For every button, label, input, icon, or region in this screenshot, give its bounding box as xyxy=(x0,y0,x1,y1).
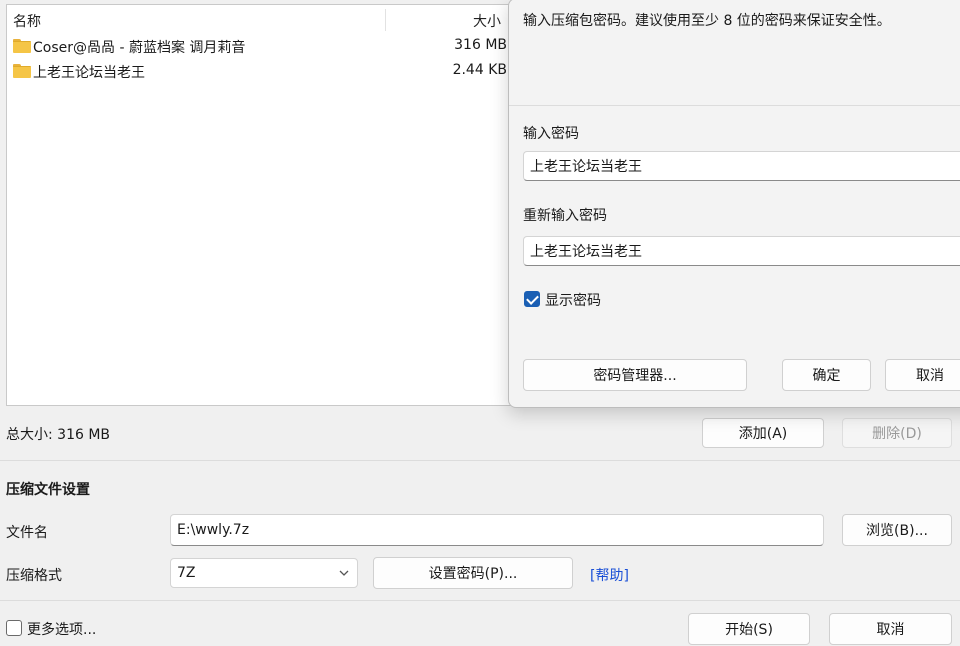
password-input[interactable]: 上老王论坛当老王 xyxy=(523,151,960,181)
more-options-checkbox[interactable] xyxy=(6,620,22,636)
chevron-down-icon xyxy=(339,570,349,576)
filename-label: 文件名 xyxy=(6,525,48,541)
file-name: 上老王论坛当老王 xyxy=(33,65,145,81)
remove-button[interactable]: 删除(D) xyxy=(842,418,952,448)
folder-icon xyxy=(13,39,31,53)
reenter-password-label: 重新输入密码 xyxy=(523,208,607,224)
file-size: 2.44 KB xyxy=(452,62,507,78)
add-button[interactable]: 添加(A) xyxy=(702,418,824,448)
password-dialog: 输入压缩包密码。建议使用至少 8 位的密码来保证安全性。 输入密码 上老王论坛当… xyxy=(508,0,960,408)
cancel-button[interactable]: 取消 xyxy=(829,613,952,645)
password-label: 输入密码 xyxy=(523,126,579,142)
divider xyxy=(0,460,960,461)
total-size-text: 总大小: 316 MB xyxy=(6,427,111,443)
start-button[interactable]: 开始(S) xyxy=(688,613,810,645)
dialog-cancel-button[interactable]: 取消 xyxy=(885,359,960,391)
format-label: 压缩格式 xyxy=(6,568,62,584)
password-manager-button[interactable]: 密码管理器... xyxy=(523,359,747,391)
format-select[interactable]: 7Z xyxy=(170,558,358,588)
browse-button[interactable]: 浏览(B)... xyxy=(842,514,952,546)
dialog-divider xyxy=(509,105,960,106)
show-password-label[interactable]: 显示密码 xyxy=(545,290,601,310)
file-row[interactable]: Coser@咼咼 - 蔚蓝档案 调月莉音 316 MB xyxy=(7,35,507,57)
format-select-value: 7Z xyxy=(177,565,196,581)
column-separator xyxy=(385,9,386,31)
dialog-ok-button[interactable]: 确定 xyxy=(782,359,871,391)
divider xyxy=(0,600,960,601)
file-list-panel[interactable]: 名称 大小 Coser@咼咼 - 蔚蓝档案 调月莉音 316 MB 上老王论坛当… xyxy=(6,4,516,406)
column-header-size[interactable]: 大小 xyxy=(473,11,501,31)
reenter-password-input[interactable]: 上老王论坛当老王 xyxy=(523,236,960,266)
more-options-label[interactable]: 更多选项... xyxy=(27,619,96,639)
file-row[interactable]: 上老王论坛当老王 2.44 KB xyxy=(7,60,507,82)
column-header-name[interactable]: 名称 xyxy=(13,11,41,31)
show-password-checkbox[interactable] xyxy=(524,291,540,307)
set-password-button[interactable]: 设置密码(P)... xyxy=(373,557,573,589)
help-link[interactable]: [帮助] xyxy=(590,565,629,585)
dialog-instruction: 输入压缩包密码。建议使用至少 8 位的密码来保证安全性。 xyxy=(523,13,891,29)
file-name: Coser@咼咼 - 蔚蓝档案 调月莉音 xyxy=(33,40,246,56)
filename-input[interactable]: E:\wwly.7z xyxy=(170,514,824,546)
settings-section-title: 压缩文件设置 xyxy=(6,482,90,498)
folder-icon xyxy=(13,64,31,78)
file-size: 316 MB xyxy=(454,37,507,53)
